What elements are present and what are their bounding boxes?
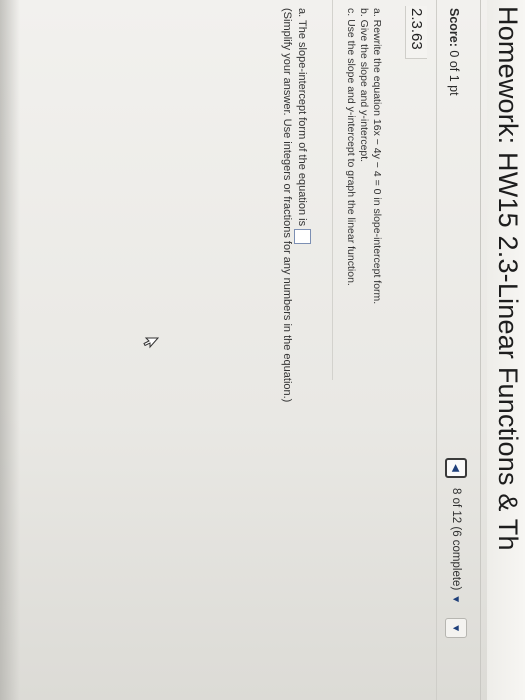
score-value: 0 of 1 pt xyxy=(447,50,461,96)
score-label: Score: xyxy=(447,8,461,47)
title-bar: Homework: HW15 2.3-Linear Functions & Th xyxy=(487,0,525,700)
progress-dropdown[interactable]: 8 of 12 (6 complete) xyxy=(450,488,462,590)
hint-line: (Simplify your answer. Use integers or f… xyxy=(280,8,294,402)
next-question-button[interactable]: ▼ xyxy=(445,618,467,639)
question-navigation: ◀ 8 of 12 (6 complete) ▼ ▼ xyxy=(445,458,467,639)
answer-input[interactable] xyxy=(294,229,311,245)
caret-down-icon[interactable]: ▼ xyxy=(451,594,462,604)
hint-text: (Simplify your answer. Use integers or f… xyxy=(281,8,293,403)
left-triangle-icon: ◀ xyxy=(450,464,462,472)
question-divider xyxy=(332,0,333,380)
score-divider xyxy=(436,0,437,700)
question-line: a. The slope-intercept form of the equat… xyxy=(294,8,311,402)
screen-edge-shadow xyxy=(0,0,20,700)
score-display: Score: 0 of 1 pt xyxy=(447,8,461,96)
page-title: Homework: HW15 2.3-Linear Functions & Th xyxy=(493,6,523,551)
problem-instructions: a. Rewrite the equation 16x − 4y − 4 = 0… xyxy=(344,8,383,304)
previous-question-button[interactable]: ◀ xyxy=(445,458,467,478)
question-text: a. The slope-intercept form of the equat… xyxy=(296,8,309,227)
problem-id: 2.3.63 xyxy=(405,6,427,59)
instruction-c: c. Use the slope and y-intercept to grap… xyxy=(345,8,357,286)
question-part-a: a. The slope-intercept form of the equat… xyxy=(280,8,311,402)
down-triangle-icon: ▼ xyxy=(450,623,462,634)
mouse-cursor-icon xyxy=(143,337,159,349)
instruction-b: b. Give the slope and y-intercept. xyxy=(358,8,370,163)
instruction-a: a. Rewrite the equation 16x − 4y − 4 = 0… xyxy=(371,8,383,305)
homework-screen: Homework: HW15 2.3-Linear Functions & Th… xyxy=(0,0,525,700)
title-divider xyxy=(480,0,481,700)
